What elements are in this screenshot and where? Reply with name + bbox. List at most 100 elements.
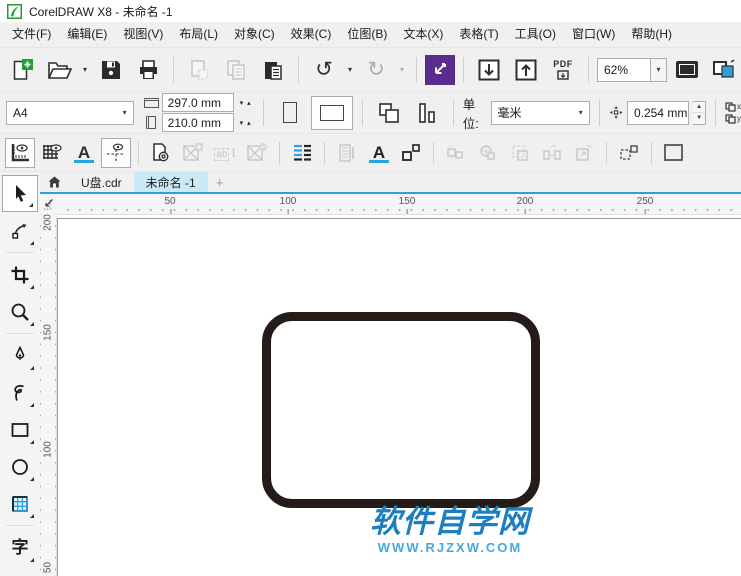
zoom-level-value: 62% — [604, 62, 629, 77]
search-content-button[interactable] — [425, 54, 455, 85]
tool-shape[interactable] — [2, 212, 38, 249]
import-button[interactable] — [472, 53, 506, 87]
toolbar-separator — [588, 56, 589, 83]
menu-object[interactable]: 对象(C) — [226, 22, 283, 47]
nudge-spinner[interactable]: ▲ ▼ — [693, 100, 706, 125]
tab-label: U盘.cdr — [81, 175, 122, 190]
cut-icon — [191, 59, 208, 80]
tool-crop[interactable] — [2, 256, 38, 293]
menu-effects[interactable]: 效果(C) — [283, 22, 340, 47]
remove-frame-button — [242, 138, 272, 168]
menu-view[interactable]: 视图(V) — [115, 22, 171, 47]
artistic-media-tool-icon — [14, 384, 24, 401]
page-height-spinner[interactable]: ▾ ▴ — [237, 119, 254, 127]
export-button[interactable] — [509, 53, 543, 87]
show-hide-toggle-button[interactable] — [707, 53, 741, 87]
duplicate-distance-group[interactable]: x y — [725, 101, 741, 124]
spacing-objects-button — [537, 138, 567, 168]
rounded-rectangle-object[interactable] — [262, 312, 540, 508]
page-height-field[interactable]: 210.0 mm — [161, 113, 234, 132]
tool-text[interactable]: 字 — [2, 529, 38, 566]
show-guidelines-button[interactable]: A — [69, 138, 99, 168]
vertical-ruler[interactable]: 200 150 100 50 — [40, 213, 57, 576]
dup-x-label: x — [737, 102, 741, 111]
page-width-field[interactable]: 297.0 mm — [161, 93, 234, 112]
tool-rectangle[interactable] — [2, 411, 38, 448]
tool-zoom[interactable] — [2, 293, 38, 330]
landscape-button[interactable] — [310, 95, 353, 130]
all-pages-icon — [378, 102, 399, 123]
paste-button[interactable] — [256, 53, 290, 87]
horizontal-ruler[interactable]: 50 100 150 200 250 — [57, 194, 741, 214]
show-document-grid-button[interactable] — [101, 137, 131, 168]
menu-layout[interactable]: 布局(L) — [171, 22, 226, 47]
zoom-level-combobox[interactable]: 62% ▾ — [597, 57, 667, 82]
toolbar-separator — [463, 56, 464, 83]
v-ruler-label: 150 — [42, 323, 54, 342]
tab-label: 未命名 -1 — [145, 175, 196, 190]
add-frame-button — [178, 138, 208, 168]
menu-window[interactable]: 窗口(W) — [564, 22, 623, 47]
align-icon — [447, 144, 463, 161]
units-combobox[interactable]: 毫米 ▾ — [490, 100, 590, 125]
tool-ellipse[interactable] — [2, 448, 38, 485]
border-select-button[interactable] — [659, 138, 689, 168]
page-settings-button[interactable] — [146, 138, 176, 168]
coreldraw-window: CorelDRAW X8 - 未命名 -1 文件(F) 编辑(E) 视图(V) … — [0, 0, 741, 576]
ruler-origin-corner[interactable] — [40, 194, 57, 215]
tool-freehand[interactable] — [2, 337, 38, 374]
main-area: 字 U盘.cdr 未命名 -1 + 50 100 150 200 250 200… — [0, 172, 741, 576]
page-width-spinner[interactable]: ▾ ▴ — [237, 99, 254, 107]
show-rulers-button[interactable] — [5, 137, 35, 168]
tool-graph-paper[interactable] — [2, 485, 38, 522]
current-page-icon — [418, 102, 435, 123]
menu-tools[interactable]: 工具(O) — [507, 22, 564, 47]
publish-pdf-button[interactable]: PDF — [546, 53, 580, 87]
save-button[interactable] — [94, 53, 128, 87]
new-tab-button[interactable]: + — [208, 172, 232, 192]
menu-help[interactable]: 帮助(H) — [623, 22, 680, 47]
drawing-canvas[interactable]: 软件自学网 WWW.RJZXW.COM — [57, 215, 741, 576]
menu-bitmaps[interactable]: 位图(B) — [339, 22, 395, 47]
property-bar: A4 ▾ 297.0 mm ▾ ▴ 210.0 mm ▾ ▴ 单位: 毫米 ▾ … — [0, 92, 741, 134]
frame-options-button[interactable] — [614, 138, 644, 168]
tool-artistic-media[interactable] — [2, 374, 38, 411]
page-height-value: 210.0 mm — [167, 115, 222, 130]
page-preset-caret: ▾ — [122, 108, 127, 117]
welcome-tab[interactable] — [40, 172, 69, 192]
menu-text[interactable]: 文本(X) — [395, 22, 451, 47]
nudge-distance-field[interactable]: 0.254 mm — [626, 100, 690, 125]
portrait-button[interactable] — [273, 96, 307, 130]
text-columns-button[interactable] — [287, 138, 317, 168]
open-document-button[interactable] — [42, 53, 76, 87]
show-grid-button[interactable] — [37, 138, 67, 168]
print-button[interactable] — [131, 53, 165, 87]
undo-dropdown-caret[interactable]: ▾ — [344, 53, 356, 87]
tool-pick[interactable] — [2, 175, 38, 212]
zoom-combobox-caret[interactable]: ▾ — [650, 58, 666, 81]
tab-udisk-cdr[interactable]: U盘.cdr — [69, 172, 134, 192]
object-properties-button[interactable] — [396, 138, 426, 168]
toolbar-separator — [433, 141, 434, 164]
edit-text-button[interactable]: A — [364, 138, 394, 168]
all-pages-size-button[interactable] — [372, 96, 406, 130]
guidelines-glyph: A — [77, 143, 91, 162]
current-page-size-button[interactable] — [410, 96, 444, 130]
landscape-icon — [319, 104, 344, 121]
pdf-box-icon — [557, 70, 569, 80]
menu-edit[interactable]: 编辑(E) — [59, 22, 115, 47]
page-size-preset-combobox[interactable]: A4 ▾ — [6, 100, 134, 125]
page-width-icon — [143, 97, 159, 108]
menu-file[interactable]: 文件(F) — [4, 22, 59, 47]
new-document-button[interactable] — [5, 53, 39, 87]
menu-table[interactable]: 表格(T) — [451, 22, 506, 47]
shape-tool-icon — [12, 223, 27, 239]
fullscreen-preview-button[interactable] — [670, 53, 704, 87]
tab-untitled-1[interactable]: 未命名 -1 — [133, 172, 208, 192]
undo-button[interactable]: ↺ — [307, 53, 341, 87]
paste-icon — [265, 61, 282, 80]
toolbox-separator — [6, 252, 34, 253]
align-objects-button — [441, 138, 471, 168]
open-dropdown-caret[interactable]: ▾ — [79, 53, 91, 87]
toolbar-separator — [452, 99, 454, 126]
